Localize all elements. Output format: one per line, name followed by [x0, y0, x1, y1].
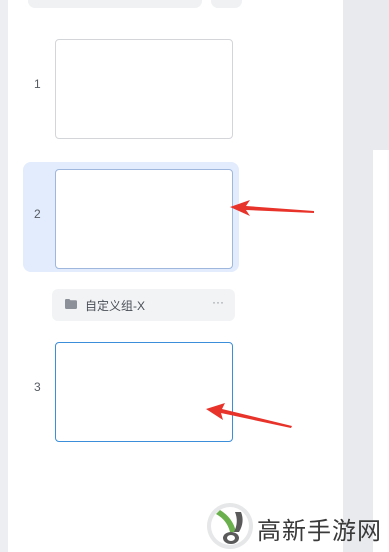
- top-toolbar-pill[interactable]: [28, 0, 202, 8]
- slide-thumbnail[interactable]: [55, 39, 233, 139]
- folder-icon: [65, 299, 77, 309]
- slide-canvas[interactable]: [373, 150, 389, 552]
- slide-row-2[interactable]: 2: [23, 162, 239, 272]
- left-edge-strip: [0, 0, 8, 552]
- more-icon[interactable]: ···: [212, 295, 224, 309]
- watermark-text: 高新手游网: [257, 517, 382, 545]
- top-toolbar-button[interactable]: [211, 0, 242, 8]
- slide-row-1[interactable]: 1: [23, 32, 239, 142]
- slide-group-header[interactable]: 自定义组-X ···: [52, 289, 235, 321]
- slide-number: 1: [34, 77, 41, 91]
- annotation-arrow: [230, 200, 314, 216]
- group-name: 自定义组-X: [85, 299, 146, 313]
- slide-number: 2: [34, 207, 41, 221]
- watermark-logo: [207, 503, 253, 549]
- slide-thumbnail[interactable]: [55, 169, 233, 269]
- annotation-arrow: [206, 403, 292, 428]
- watermark: 高新手游网: [199, 500, 389, 552]
- slide-number: 3: [34, 380, 41, 394]
